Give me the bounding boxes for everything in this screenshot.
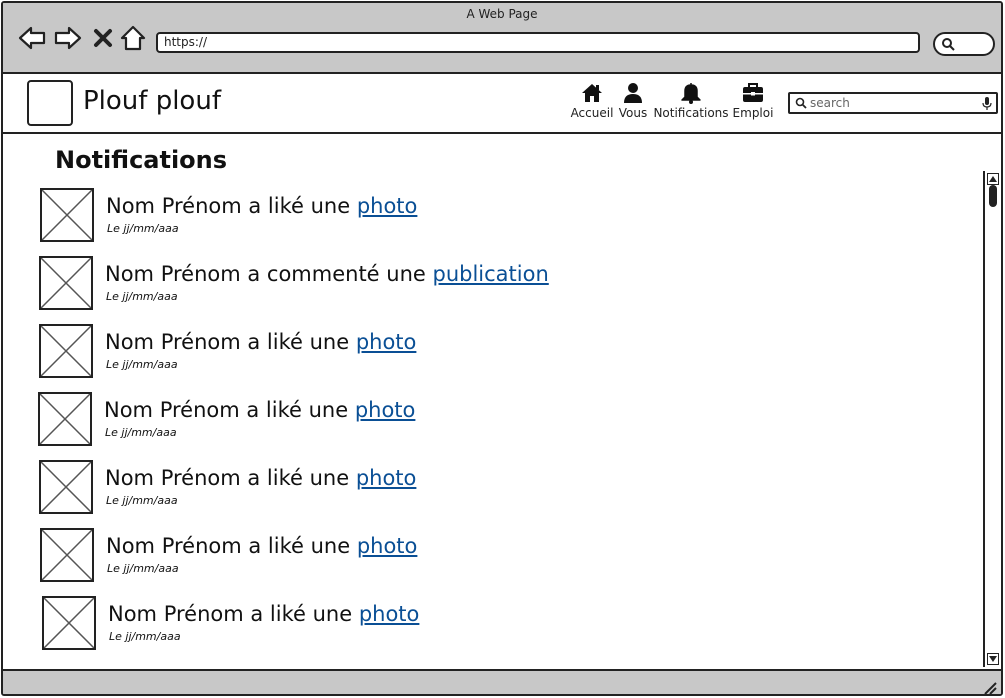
nav-label-vous: Vous (618, 106, 648, 120)
search-icon (795, 97, 807, 109)
image-placeholder (40, 188, 94, 242)
image-placeholder (38, 392, 92, 446)
main-content: Notifications Nom Prénom a liké une phot… (3, 136, 981, 669)
nav-label-accueil: Accueil (570, 106, 614, 120)
home-icon (582, 84, 602, 102)
notification-text: Nom Prénom a liké une photo (105, 466, 416, 490)
image-placeholder (40, 528, 94, 582)
notification-date: Le jj/mm/aaa (106, 290, 178, 303)
nav-item-emploi[interactable]: Emploi (732, 82, 774, 120)
notification-message: Nom Prénom a commenté une (105, 262, 433, 286)
browser-titlebar: A Web Page https:// (3, 3, 1001, 74)
notification-link[interactable]: publication (433, 262, 549, 286)
vertical-scrollbar[interactable] (983, 171, 999, 667)
notification-date: Le jj/mm/aaa (106, 358, 178, 371)
site-search-box[interactable] (788, 92, 998, 114)
logo-placeholder (27, 80, 73, 126)
notification-date: Le jj/mm/aaa (105, 426, 177, 439)
notification-date: Le jj/mm/aaa (107, 222, 179, 235)
search-icon (942, 38, 955, 51)
nav-label-emploi: Emploi (732, 106, 774, 120)
notification-message: Nom Prénom a liké une (105, 330, 356, 354)
page-title: Notifications (55, 146, 228, 174)
browser-window: A Web Page https:// Plouf plouf Accueil … (1, 1, 1003, 696)
scroll-thumb[interactable] (989, 185, 997, 207)
nav-item-vous[interactable]: Vous (616, 82, 650, 120)
brand-name: Plouf plouf (83, 86, 221, 116)
status-bar (3, 669, 1001, 695)
scroll-up-button[interactable] (987, 173, 999, 185)
notification-text: Nom Prénom a commenté une publication (105, 262, 549, 286)
window-title: A Web Page (466, 7, 538, 21)
close-icon[interactable] (91, 23, 115, 53)
notification-message: Nom Prénom a liké une (108, 602, 359, 626)
user-icon (624, 83, 642, 103)
site-header: Plouf plouf Accueil Vous Notifications E… (3, 74, 1001, 134)
briefcase-icon (743, 83, 763, 102)
notification-item: Nom Prénom a liké une photo Le jj/mm/aaa (42, 596, 742, 652)
notification-item: Nom Prénom a liké une photo Le jj/mm/aaa (40, 528, 740, 584)
notification-item: Nom Prénom a liké une photo Le jj/mm/aaa (38, 392, 738, 448)
notification-item: Nom Prénom a liké une photo Le jj/mm/aaa (40, 188, 740, 244)
notification-link[interactable]: photo (355, 398, 416, 422)
notification-item: Nom Prénom a liké une photo Le jj/mm/aaa (39, 460, 739, 516)
notification-link[interactable]: photo (359, 602, 420, 626)
image-placeholder (39, 324, 93, 378)
notification-date: Le jj/mm/aaa (109, 630, 181, 643)
nav-item-notifications[interactable]: Notifications (653, 82, 729, 120)
forward-arrow-icon[interactable] (53, 23, 83, 53)
image-placeholder (39, 460, 93, 514)
nav-label-notifications: Notifications (653, 106, 729, 120)
notification-text: Nom Prénom a liké une photo (104, 398, 415, 422)
url-bar[interactable]: https:// (156, 32, 920, 53)
notification-text: Nom Prénom a liké une photo (106, 194, 417, 218)
image-placeholder (39, 256, 93, 310)
notification-item: Nom Prénom a liké une photo Le jj/mm/aaa (39, 324, 739, 380)
notification-text: Nom Prénom a liké une photo (108, 602, 419, 626)
image-placeholder (42, 596, 96, 650)
microphone-icon[interactable] (982, 97, 992, 110)
browser-search-field[interactable] (933, 32, 995, 56)
scroll-down-button[interactable] (987, 653, 999, 665)
home-outline-icon[interactable] (119, 23, 147, 53)
resize-grip-icon[interactable] (981, 679, 997, 695)
notification-date: Le jj/mm/aaa (107, 562, 179, 575)
notification-link[interactable]: photo (356, 466, 417, 490)
notification-text: Nom Prénom a liké une photo (105, 330, 416, 354)
notification-message: Nom Prénom a liké une (105, 466, 356, 490)
notification-item: Nom Prénom a commenté une publication Le… (39, 256, 739, 312)
notification-link[interactable]: photo (356, 330, 417, 354)
nav-item-accueil[interactable]: Accueil (568, 82, 616, 120)
bell-icon (681, 83, 701, 104)
triangle-down-icon (989, 656, 997, 662)
notification-link[interactable]: photo (357, 534, 418, 558)
notification-text: Nom Prénom a liké une photo (106, 534, 417, 558)
triangle-up-icon (989, 176, 997, 182)
notification-message: Nom Prénom a liké une (104, 398, 355, 422)
notification-date: Le jj/mm/aaa (106, 494, 178, 507)
site-search-input[interactable] (810, 95, 980, 111)
notification-link[interactable]: photo (357, 194, 418, 218)
back-arrow-icon[interactable] (17, 23, 47, 53)
notification-message: Nom Prénom a liké une (106, 194, 357, 218)
notification-message: Nom Prénom a liké une (106, 534, 357, 558)
